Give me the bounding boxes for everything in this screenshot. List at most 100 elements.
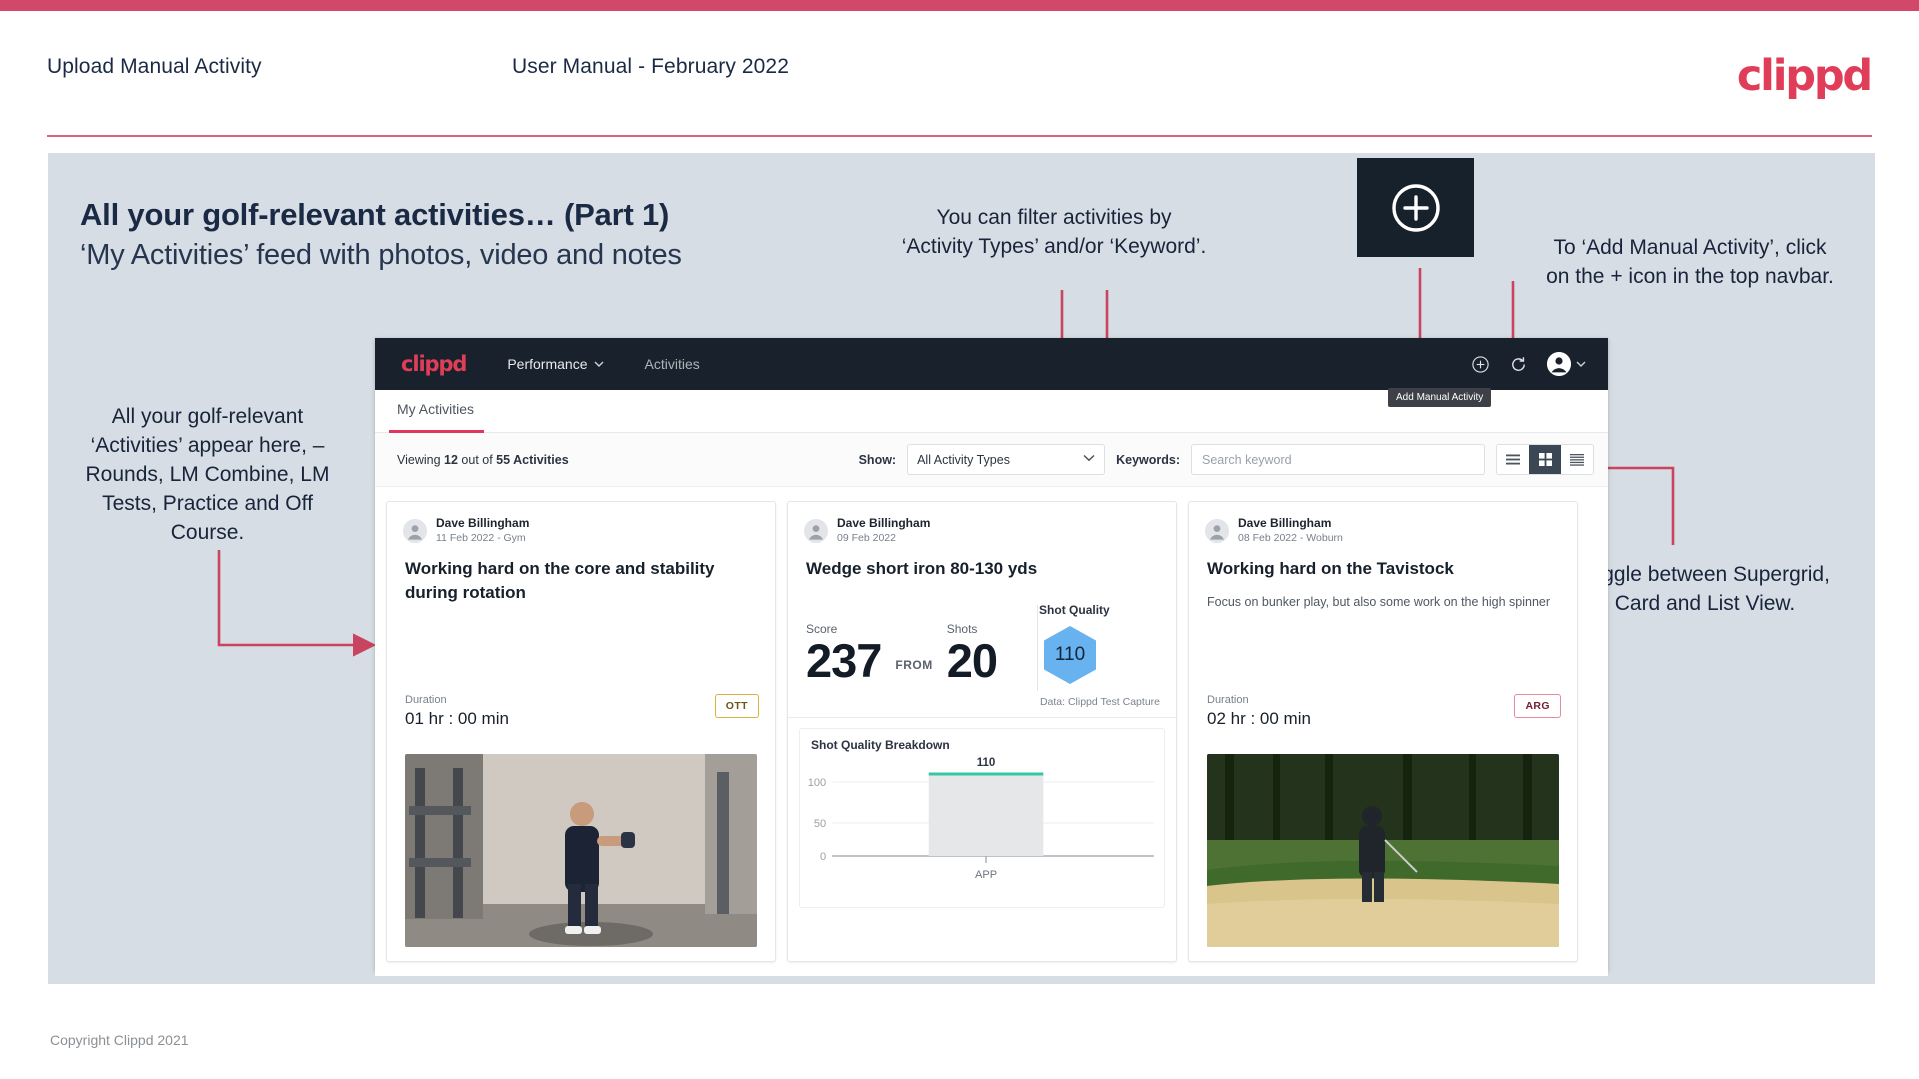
search-input[interactable]: Search keyword xyxy=(1191,444,1485,475)
viewing-prefix: Viewing xyxy=(397,452,445,467)
card-title: Working hard on the core and stability d… xyxy=(405,559,715,602)
slide-header: Upload Manual Activity User Manual - Feb… xyxy=(0,11,1919,137)
score-value: 237 xyxy=(806,634,882,687)
card-metrics: Score 237 FROM Shots 20 Shot Quality 110 xyxy=(788,581,1176,691)
grid-icon xyxy=(1538,453,1552,466)
card-duration: Duration 01 hr : 00 min xyxy=(405,694,509,729)
card-header: Dave Billingham 11 Feb 2022 - Gym xyxy=(387,502,775,545)
activity-card-list: Dave Billingham 11 Feb 2022 - Gym Workin… xyxy=(375,487,1608,976)
plus-circle-icon xyxy=(1391,183,1440,232)
shot-quality-value: 110 xyxy=(1054,644,1086,665)
card-duration: Duration 02 hr : 00 min xyxy=(1207,694,1311,729)
from-label: FROM xyxy=(895,658,933,672)
viewing-middle: out of xyxy=(457,452,497,467)
clippd-logo: clippd xyxy=(1736,51,1873,101)
top-accent-bar xyxy=(0,0,1919,11)
nav-item-performance[interactable]: Performance xyxy=(507,356,603,372)
navbar-actions xyxy=(1471,338,1586,390)
account-menu[interactable] xyxy=(1547,352,1586,376)
app-filterbar: Viewing 12 out of 55 Activities Show: Al… xyxy=(375,433,1608,487)
callout-toggle-views: Toggle between Supergrid, Card and List … xyxy=(1580,563,1830,615)
list-view-button[interactable] xyxy=(1561,445,1593,474)
chevron-down-icon xyxy=(1576,361,1586,367)
activity-card[interactable]: Dave Billingham 11 Feb 2022 - Gym Workin… xyxy=(386,501,776,962)
card-author: Dave Billingham xyxy=(436,516,530,530)
card-header: Dave Billingham 08 Feb 2022 - Woburn xyxy=(1189,502,1577,545)
metrics-divider xyxy=(1037,605,1038,691)
status-badge: OTT xyxy=(714,694,759,718)
slide-heading: All your golf-relevant activities… (Part… xyxy=(80,197,670,232)
supergrid-view-button[interactable] xyxy=(1497,445,1529,474)
supergrid-icon xyxy=(1506,454,1520,465)
shot-quality-hexagon: 110 xyxy=(1039,624,1101,686)
card-author: Dave Billingham xyxy=(1238,516,1332,530)
shots-value: 20 xyxy=(946,634,998,687)
card-view-button[interactable] xyxy=(1529,445,1561,474)
activity-type-select[interactable]: All Activity Types xyxy=(907,444,1106,475)
shot-quality-chart: Shot Quality Breakdown 100 50 0 APP 110 xyxy=(799,728,1165,908)
svg-text:100: 100 xyxy=(808,777,826,789)
duration-label: Duration xyxy=(405,694,447,706)
keywords-label: Keywords: xyxy=(1116,452,1180,467)
chart-title: Shot Quality Breakdown xyxy=(811,738,950,752)
avatar xyxy=(1205,518,1229,543)
chevron-down-icon xyxy=(594,361,603,367)
list-icon xyxy=(1570,454,1584,466)
card-header: Dave Billingham 09 Feb 2022 xyxy=(788,502,1176,545)
add-manual-activity-tooltip: Add Manual Activity xyxy=(1388,388,1492,407)
svg-text:50: 50 xyxy=(814,818,826,830)
callout-activities-feed: All your golf-relevant ‘Activities’ appe… xyxy=(85,405,330,544)
bunker-photo xyxy=(1207,754,1559,947)
show-label: Show: xyxy=(858,452,897,467)
header-divider xyxy=(47,135,1872,137)
nav-item-performance-label: Performance xyxy=(507,356,588,372)
card-meta: 08 Feb 2022 - Woburn xyxy=(1238,532,1343,544)
footer-copyright: Copyright Clippd 2021 xyxy=(50,1032,189,1048)
account-circle-icon xyxy=(1547,352,1571,376)
activity-type-value: All Activity Types xyxy=(917,452,1010,467)
card-media-bunker[interactable] xyxy=(1207,754,1559,947)
callout-add-manual: To ‘Add Manual Activity’, click on the +… xyxy=(1546,236,1834,288)
activity-card[interactable]: Dave Billingham 08 Feb 2022 - Woburn Wor… xyxy=(1188,501,1578,962)
view-toggle-group xyxy=(1496,444,1594,475)
app-logo[interactable]: clippd xyxy=(401,352,467,376)
status-badge: ARG xyxy=(1514,694,1561,718)
tab-my-activities[interactable]: My Activities xyxy=(397,401,474,417)
score-metric: Score 237 xyxy=(806,622,882,687)
shot-quality-metric: Shot Quality 110 xyxy=(1039,603,1110,686)
card-meta: 09 Feb 2022 xyxy=(837,532,896,544)
gym-photo xyxy=(405,754,757,947)
avatar xyxy=(804,518,828,543)
shots-metric: Shots 20 xyxy=(946,622,998,687)
card-divider xyxy=(788,717,1176,718)
refresh-icon[interactable] xyxy=(1509,355,1528,374)
plus-circle-icon[interactable] xyxy=(1471,355,1490,374)
svg-text:APP: APP xyxy=(975,869,997,881)
chevron-down-icon xyxy=(1083,454,1095,462)
card-note: Focus on bunker play, but also some work… xyxy=(1207,595,1551,609)
avatar xyxy=(403,518,427,543)
duration-label: Duration xyxy=(1207,694,1249,706)
duration-value: 01 hr : 00 min xyxy=(405,709,509,728)
data-source-label: Data: Clippd Test Capture xyxy=(1039,696,1160,708)
nav-item-activities-label: Activities xyxy=(644,356,700,372)
activity-card[interactable]: Dave Billingham 09 Feb 2022 Wedge short … xyxy=(787,501,1177,962)
card-author: Dave Billingham xyxy=(837,516,931,530)
app-navbar: clippd Performance Activities xyxy=(375,338,1608,390)
page-title: Upload Manual Activity xyxy=(47,55,262,78)
chart-canvas: 100 50 0 APP 110 xyxy=(808,757,1154,881)
card-meta: 11 Feb 2022 - Gym xyxy=(436,532,526,544)
slide-subheading: ‘My Activities’ feed with photos, video … xyxy=(80,239,682,271)
nav-item-activities[interactable]: Activities xyxy=(645,356,700,372)
card-media-gym[interactable] xyxy=(405,754,757,947)
filter-controls: Show: All Activity Types Keywords: Searc… xyxy=(859,433,1594,486)
add-activity-illustration xyxy=(1357,158,1474,257)
clippd-app-window: clippd Performance Activities My Activit… xyxy=(375,338,1608,976)
page-subtitle: User Manual - February 2022 xyxy=(512,55,789,78)
viewing-count: 12 xyxy=(444,452,458,467)
svg-text:110: 110 xyxy=(977,757,996,769)
viewing-count-text: Viewing 12 out of 55 Activities xyxy=(397,453,569,467)
callout-filter: You can filter activities by ‘Activity T… xyxy=(901,206,1207,258)
duration-value: 02 hr : 00 min xyxy=(1207,709,1311,728)
card-title: Working hard on the Tavistock xyxy=(1207,559,1454,578)
